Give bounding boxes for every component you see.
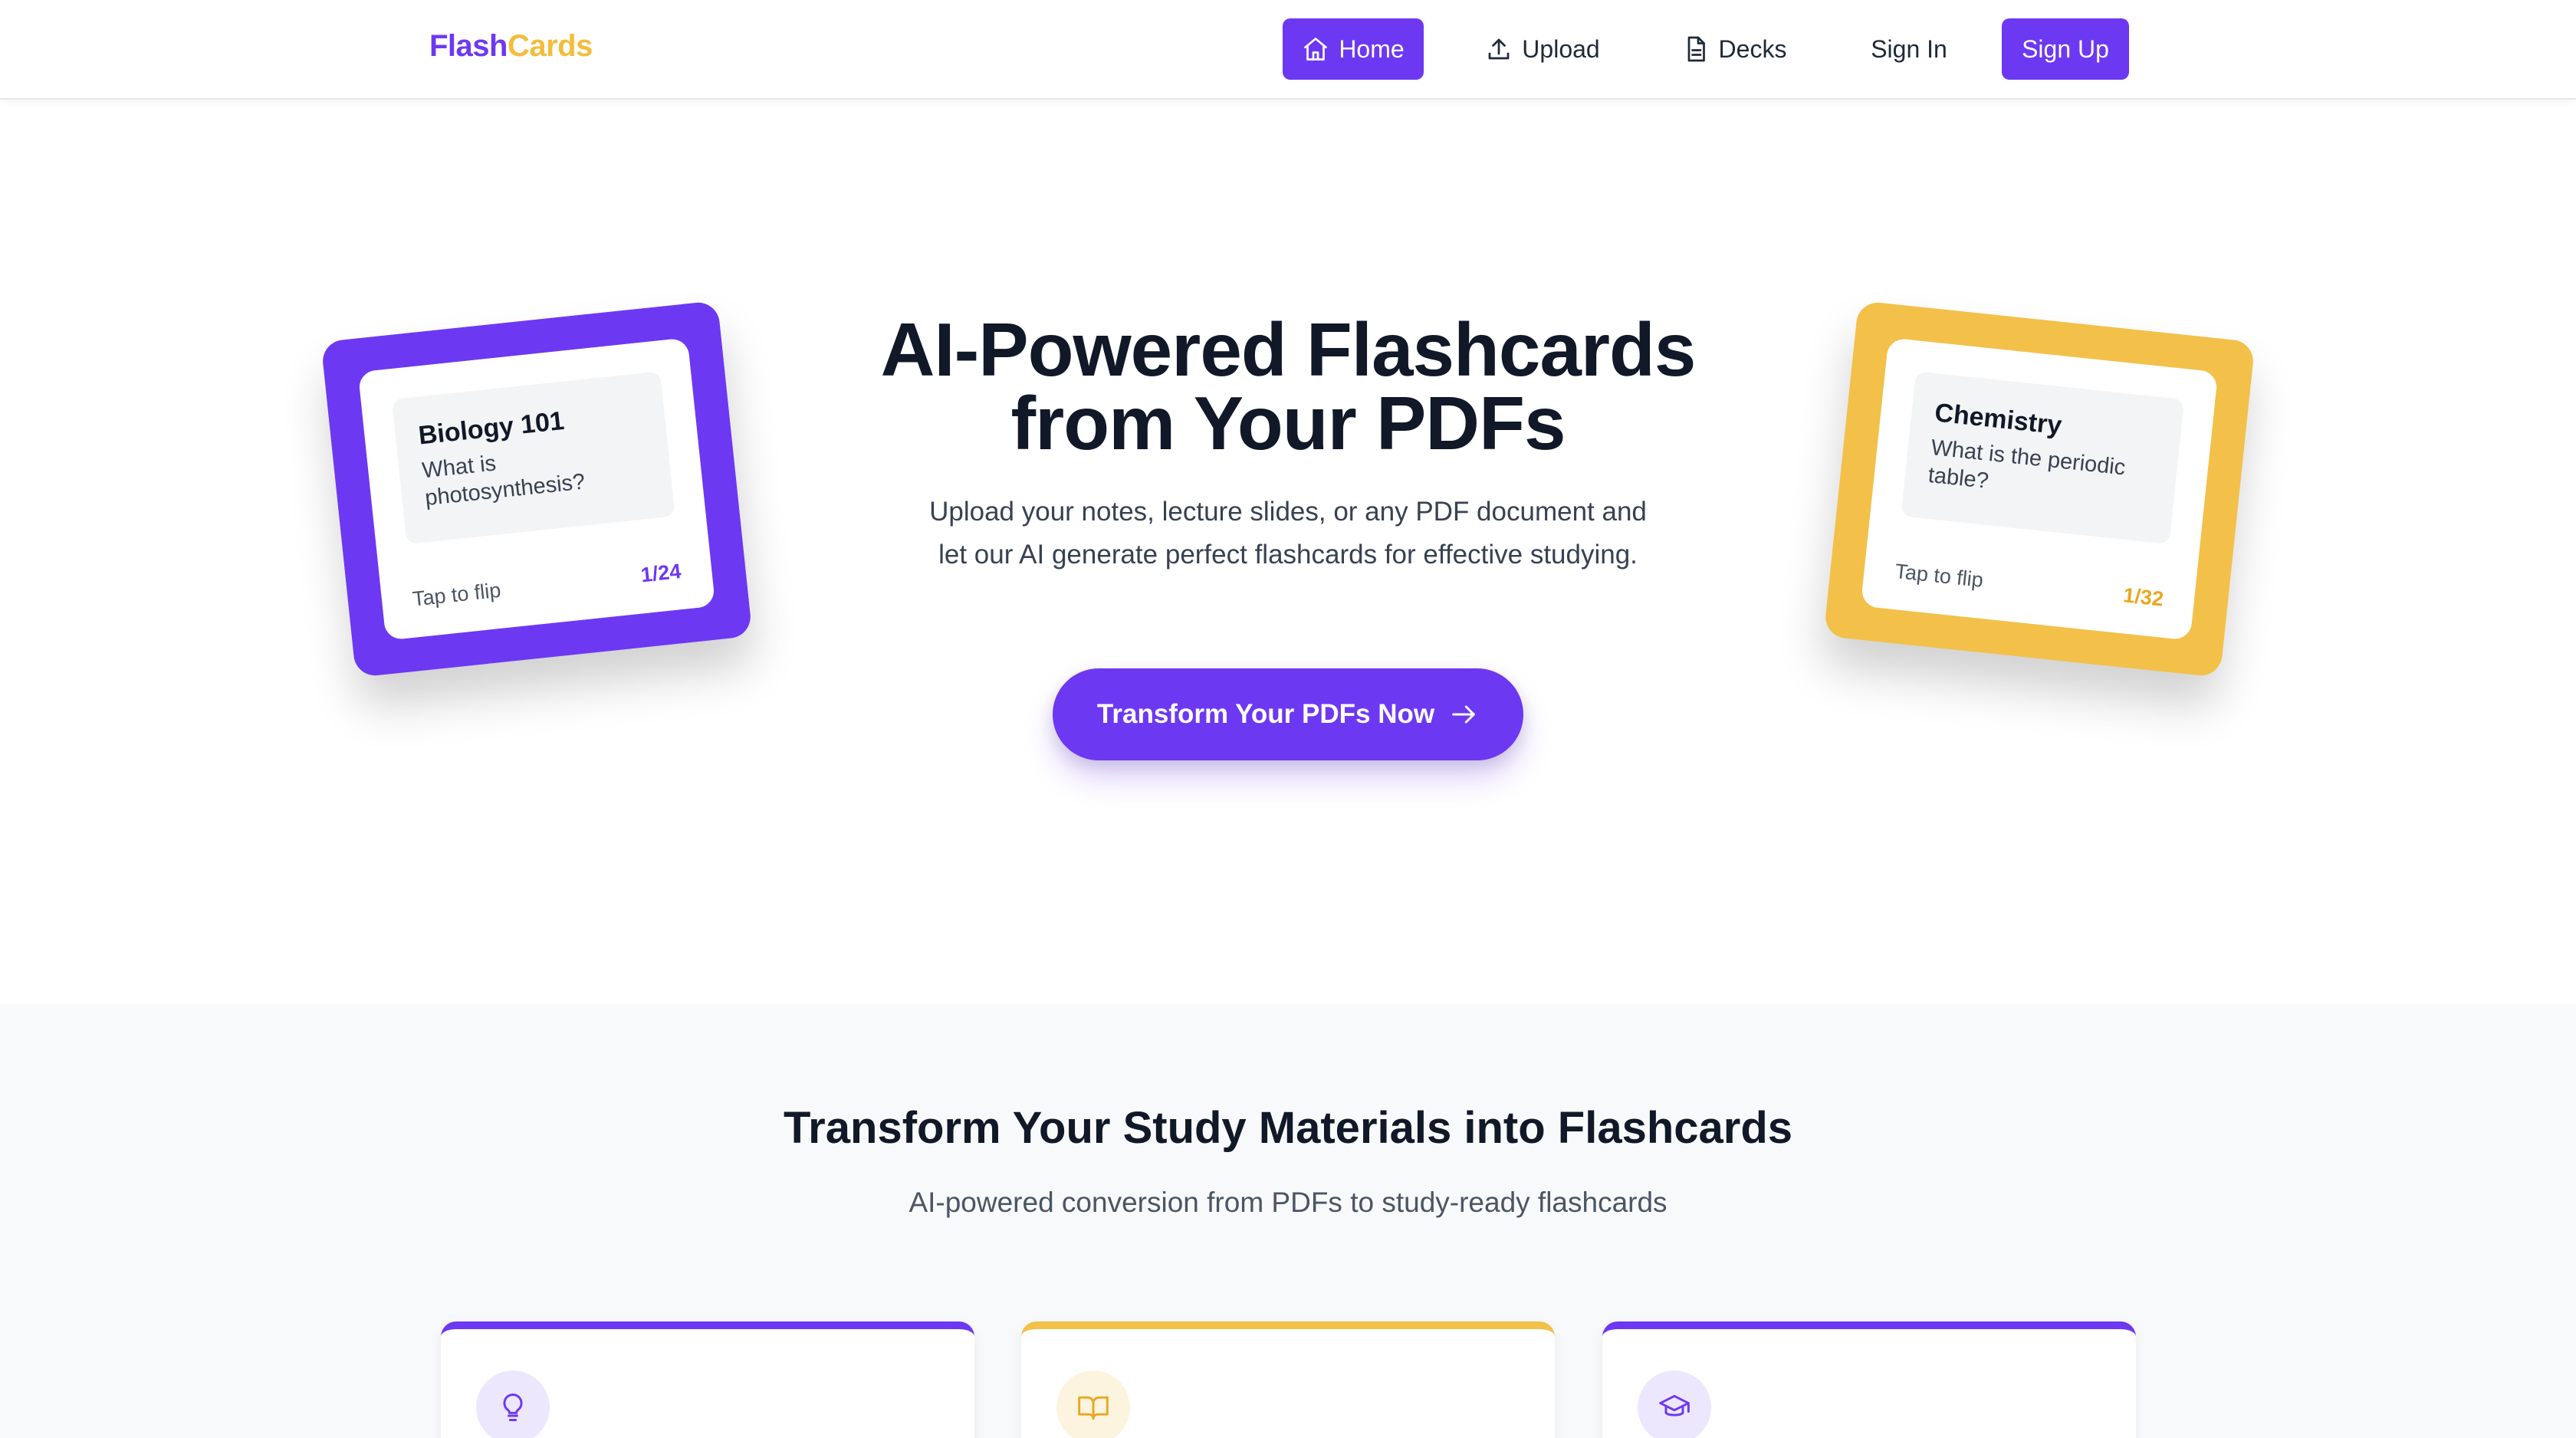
flashcard-face: Biology 101 What is photosynthesis? Tap … bbox=[357, 337, 716, 641]
graduation-cap-icon bbox=[1659, 1394, 1690, 1417]
brand-logo-part1: Flash bbox=[429, 29, 508, 63]
upload-icon bbox=[1488, 38, 1510, 60]
brand-logo[interactable]: FlashCards bbox=[429, 29, 593, 64]
brand-logo-part2: Cards bbox=[507, 29, 593, 63]
hero-title: AI-Powered Flashcards from Your PDFs bbox=[828, 312, 1748, 461]
sign-in-label: Sign In bbox=[1871, 34, 1947, 63]
feature-icon-wrapper bbox=[476, 1371, 550, 1438]
sign-up-label: Sign Up bbox=[2022, 34, 2109, 63]
flashcard-face: Chemistry What is the periodic table? Ta… bbox=[1860, 337, 2219, 641]
flashcard-question-box: Chemistry What is the periodic table? bbox=[1901, 371, 2185, 545]
hero-title-line2: from Your PDFs bbox=[1010, 381, 1566, 465]
sign-up-button[interactable]: Sign Up bbox=[2002, 18, 2129, 80]
nav-decks-button[interactable]: Decks bbox=[1671, 18, 1797, 80]
flashcard-counter: 1/24 bbox=[639, 559, 682, 587]
sign-in-button[interactable]: Sign In bbox=[1852, 18, 1967, 80]
nav-decks-label: Decks bbox=[1718, 34, 1787, 63]
hero-subtitle: Upload your notes, lecture slides, or an… bbox=[929, 497, 1647, 570]
nav-upload-label: Upload bbox=[1522, 34, 1600, 63]
sample-flashcard-chemistry[interactable]: Chemistry What is the periodic table? Ta… bbox=[1823, 300, 2256, 678]
transform-pdfs-cta-button[interactable]: Transform Your PDFs Now bbox=[1053, 668, 1523, 760]
flashcard-flip-hint: Tap to flip bbox=[1894, 559, 1985, 592]
nav-home-button[interactable]: Home bbox=[1283, 18, 1424, 80]
cta-label: Transform Your PDFs Now bbox=[1096, 699, 1435, 729]
open-book-icon bbox=[1078, 1396, 1109, 1420]
features-title: Transform Your Study Materials into Flas… bbox=[783, 1103, 1793, 1153]
feature-card-study bbox=[1021, 1321, 1555, 1438]
feature-card-learn bbox=[1602, 1321, 2136, 1438]
hero-title-line1: AI-Powered Flashcards bbox=[880, 307, 1697, 392]
feature-icon-wrapper bbox=[1638, 1371, 1711, 1438]
flashcard-counter: 1/32 bbox=[2122, 583, 2165, 611]
top-navbar: FlashCards Home Upload Decks Sign In Sig… bbox=[0, 0, 2576, 100]
home-icon bbox=[1304, 38, 1328, 61]
features-subtitle: AI-powered conversion from PDFs to study… bbox=[909, 1187, 1668, 1218]
flashcard-question-box: Biology 101 What is photosynthesis? bbox=[391, 371, 675, 545]
arrow-right-icon bbox=[1452, 705, 1475, 724]
lightbulb-icon bbox=[503, 1394, 523, 1421]
flashcard-flip-hint: Tap to flip bbox=[411, 578, 502, 611]
sample-flashcard-biology[interactable]: Biology 101 What is photosynthesis? Tap … bbox=[320, 300, 753, 678]
feature-card-ai bbox=[441, 1321, 974, 1438]
feature-icon-wrapper bbox=[1056, 1371, 1130, 1438]
document-icon bbox=[1687, 36, 1705, 62]
nav-upload-button[interactable]: Upload bbox=[1476, 18, 1609, 80]
nav-home-label: Home bbox=[1339, 34, 1405, 63]
